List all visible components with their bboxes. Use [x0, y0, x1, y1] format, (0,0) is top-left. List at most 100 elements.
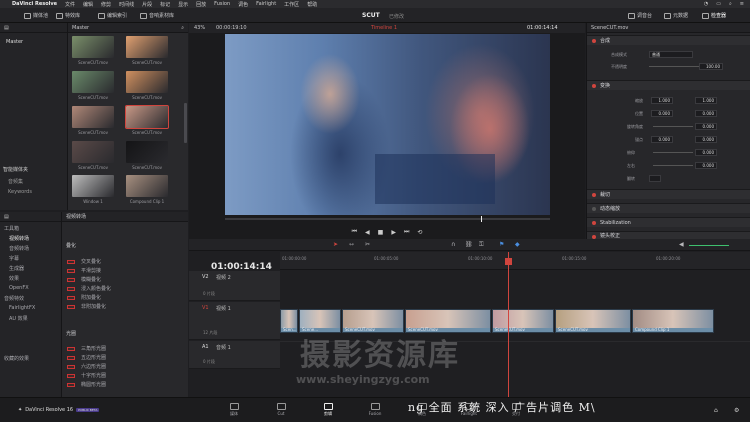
cat-openfx[interactable]: OpenFX	[9, 285, 29, 291]
play-icon[interactable]: ▶	[391, 229, 396, 236]
go-to-end-icon[interactable]: ⏭	[404, 228, 409, 236]
menu-edit[interactable]: 编辑	[83, 1, 93, 8]
menu-mark[interactable]: 标记	[160, 1, 170, 8]
track-header-v2[interactable]: V2 视频 2 0 片段	[189, 271, 280, 301]
anchor-y[interactable]: 0.000	[695, 136, 717, 143]
menu-workspace[interactable]: 工作区	[284, 1, 299, 8]
menu-help[interactable]: 帮助	[307, 1, 317, 8]
go-to-start-icon[interactable]: ⏮	[352, 228, 357, 236]
dynamic-zoom-toggle[interactable]	[592, 207, 596, 211]
menu-timeline[interactable]: 时间线	[119, 1, 134, 8]
menu-fairlight[interactable]: Fairlight	[256, 1, 276, 7]
section-transform[interactable]: 变换	[587, 80, 750, 90]
inspector-button[interactable]: 检查器	[702, 11, 726, 20]
zoom-y[interactable]: 1.000	[695, 97, 717, 104]
select-tool-icon[interactable]: ➤	[333, 241, 338, 248]
dissolve-item[interactable]: 模糊叠化	[62, 276, 182, 283]
timeline-clip[interactable]: SceneCUT.mov	[492, 309, 554, 333]
menu-file[interactable]: 文件	[65, 1, 75, 8]
flip-buttons[interactable]	[649, 175, 661, 182]
media-clip-thumbnail[interactable]: SceneCUT.mov	[72, 141, 114, 171]
dissolve-item[interactable]: 非附加叠化	[62, 303, 182, 310]
cat-toolbox[interactable]: 工具箱	[4, 225, 19, 232]
page-cut[interactable]: Cut	[266, 403, 296, 416]
volume-icon[interactable]: ◀	[679, 241, 684, 248]
stabilization-toggle[interactable]	[592, 221, 596, 225]
rotation-value[interactable]: 0.000	[695, 123, 717, 130]
position-y[interactable]: 0.000	[695, 110, 717, 117]
cat-effects[interactable]: 效果	[9, 275, 19, 282]
section-stabilization[interactable]: Stabilization	[587, 217, 750, 227]
playhead-handle[interactable]	[505, 258, 512, 265]
bin-view-icon[interactable]: ▤	[4, 25, 9, 31]
loop-icon[interactable]: ⟲	[417, 229, 422, 236]
link-icon[interactable]: ⛓	[465, 241, 473, 248]
opacity-value[interactable]: 100.00	[699, 63, 723, 70]
iris-item[interactable]: 椭圆形光圈	[62, 381, 182, 388]
iris-item[interactable]: 十字形光圈	[62, 372, 182, 379]
snapping-icon[interactable]: ∩	[451, 241, 455, 248]
step-back-icon[interactable]: ◀	[365, 229, 370, 236]
app-menu[interactable]: DaVinci Resolve	[12, 1, 57, 7]
composite-toggle[interactable]	[592, 39, 596, 43]
effects-library-button[interactable]: 特效库	[56, 11, 80, 20]
pitch-slider[interactable]	[653, 152, 693, 153]
media-clip-thumbnail[interactable]: SceneCUT.mov	[72, 106, 114, 136]
track-label[interactable]: 视频 2	[216, 274, 231, 281]
stop-icon[interactable]: ■	[378, 229, 384, 236]
track-label[interactable]: 视频 1	[216, 305, 231, 312]
home-icon[interactable]: ⌂	[714, 407, 718, 414]
edit-index-button[interactable]: 编辑索引	[98, 11, 127, 20]
transform-toggle[interactable]	[592, 84, 596, 88]
menu-color[interactable]: 调色	[238, 1, 248, 8]
yaw-value[interactable]: 0.000	[695, 162, 717, 169]
media-clip-thumbnail[interactable]: SceneCUT.mov	[126, 141, 168, 171]
media-clip-thumbnail[interactable]: SceneCUT.mov	[126, 36, 168, 66]
wifi-icon[interactable]: ◔	[704, 1, 708, 7]
anchor-x[interactable]: 0.000	[651, 136, 673, 143]
yaw-slider[interactable]	[653, 165, 693, 166]
search-icon[interactable]: ⌕	[181, 25, 184, 31]
cat-audio-transitions[interactable]: 音频转场	[9, 245, 29, 252]
timeline-clip[interactable]: Compound Clip 1	[632, 309, 714, 333]
viewer-zoom[interactable]: 43%	[194, 25, 205, 31]
mixer-button[interactable]: 调音台	[628, 11, 652, 20]
track-header-a1[interactable]: A1 音频 1 0 片段	[189, 341, 280, 369]
dissolve-item[interactable]: 交叉叠化	[62, 258, 182, 265]
section-lens-correction[interactable]: 镜头校正	[587, 231, 750, 239]
smart-bin-keywords[interactable]: Keywords	[8, 189, 32, 195]
page-edit[interactable]: 剪辑	[313, 403, 343, 417]
volume-slider[interactable]	[689, 245, 729, 246]
cat-video-transitions[interactable]: 视频转场	[9, 235, 29, 242]
effects-view-icon[interactable]: ▤	[4, 214, 9, 220]
cat-au-effects[interactable]: AU 效果	[9, 315, 28, 322]
menu-trim[interactable]: 修剪	[101, 1, 111, 8]
blade-tool-icon[interactable]: ✂	[365, 241, 370, 248]
cat-audio-fx[interactable]: 音频特效	[4, 295, 24, 302]
video-frame[interactable]	[225, 34, 550, 215]
flag-icon[interactable]: ⚑	[499, 241, 504, 248]
track-label[interactable]: 音频 1	[216, 344, 231, 351]
opacity-slider[interactable]	[649, 66, 699, 67]
lock-icon[interactable]: ⚿	[479, 241, 484, 249]
crop-toggle[interactable]	[592, 193, 596, 197]
track-header-v1[interactable]: V1 视频 1 12 片段	[189, 302, 280, 340]
menu-view[interactable]: 显示	[178, 1, 188, 8]
sound-library-button[interactable]: 音响素材库	[140, 11, 174, 20]
page-fusion[interactable]: Fusion	[360, 403, 390, 416]
timeline-clip[interactable]: Scen...	[280, 309, 298, 333]
section-crop[interactable]: 裁切	[587, 189, 750, 199]
search-icon[interactable]: ⌕	[729, 1, 732, 7]
dissolve-item[interactable]: 平滑剪接	[62, 267, 182, 274]
list-icon[interactable]: ≡	[740, 1, 744, 7]
battery-icon[interactable]: ▭	[716, 1, 721, 7]
marker-icon[interactable]: ◆	[515, 241, 520, 248]
timeline-clip[interactable]: SceneCUT.mov	[555, 309, 631, 333]
pitch-value[interactable]: 0.000	[695, 149, 717, 156]
position-x[interactable]: 0.000	[651, 110, 673, 117]
media-clip-thumbnail[interactable]: SceneCUT.mov	[72, 71, 114, 101]
media-clip-thumbnail[interactable]: Window 1	[72, 175, 114, 205]
cat-generators[interactable]: 生成器	[9, 265, 24, 272]
favorites-title[interactable]: 收藏的效果	[4, 355, 29, 362]
menu-playback[interactable]: 回放	[196, 1, 206, 8]
